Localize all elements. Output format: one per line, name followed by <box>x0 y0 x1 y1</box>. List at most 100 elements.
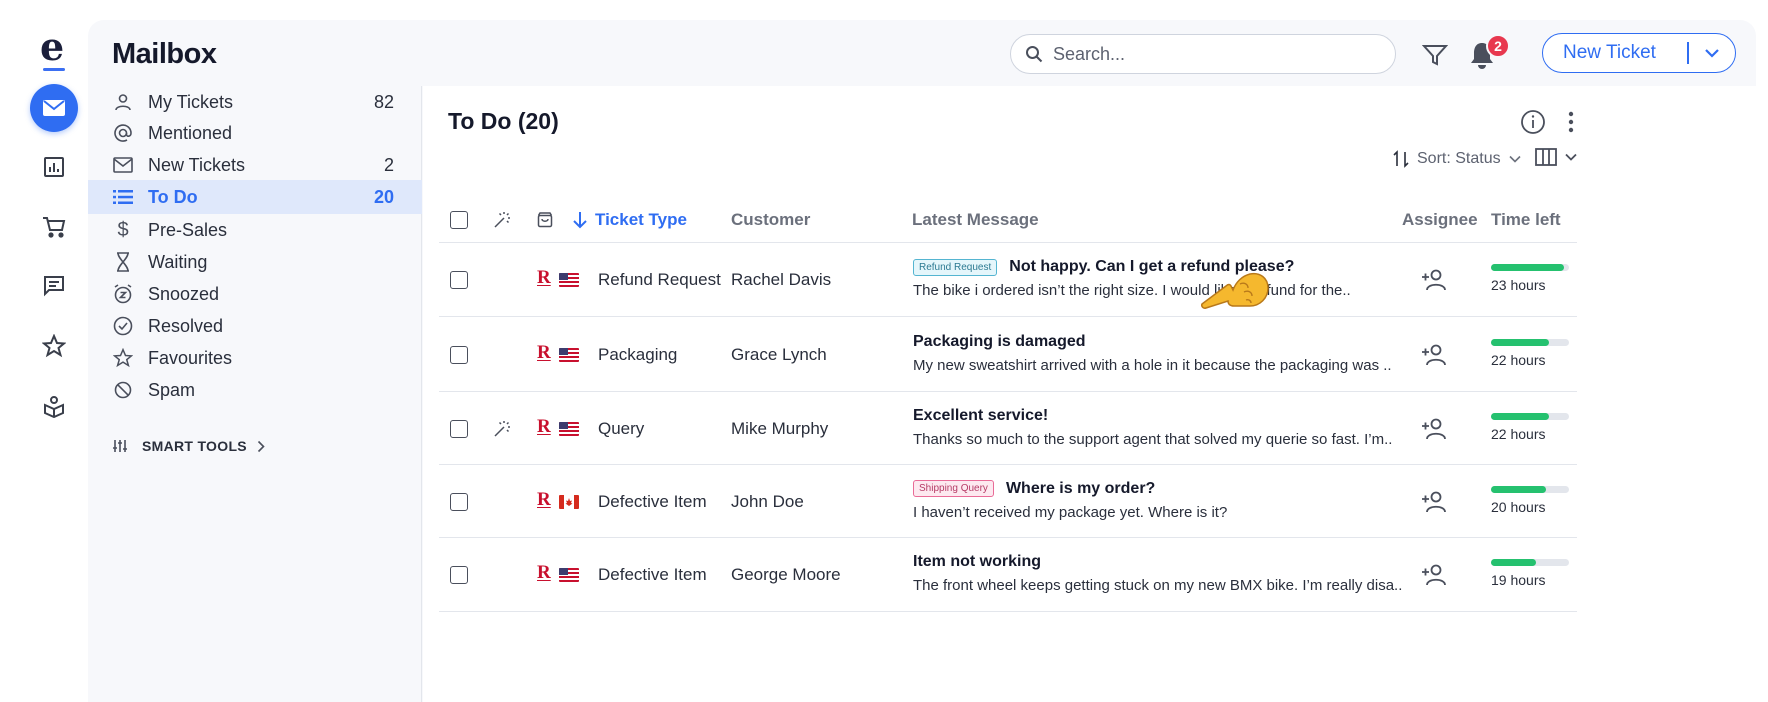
message-subject-line[interactable]: Shipping Query Where is my order? <box>913 480 1155 498</box>
cart-icon[interactable] <box>30 203 78 251</box>
icon-rail: e <box>0 0 88 702</box>
add-assignee-icon[interactable] <box>1421 490 1449 514</box>
message-subject: Packaging is damaged <box>913 333 1086 350</box>
new-ticket-button[interactable]: New Ticket <box>1542 33 1736 73</box>
time-left-text: 20 hours <box>1491 498 1546 515</box>
message-subject-line[interactable]: Packaging is damaged <box>913 333 1086 351</box>
sort-down-arrow-icon <box>573 212 587 229</box>
filter-icon[interactable] <box>1421 42 1450 70</box>
sidebar-item-to-do[interactable]: To Do 20 <box>88 180 422 214</box>
time-left-fill <box>1491 413 1549 420</box>
message-preview: I haven’t received my package yet. Where… <box>913 503 1228 521</box>
sort-arrows-icon <box>1393 150 1409 168</box>
time-left-fill <box>1491 559 1537 566</box>
row-checkbox[interactable] <box>450 420 468 438</box>
star-outline-icon <box>112 347 134 369</box>
search-icon <box>1026 46 1043 63</box>
table-row[interactable]: R Refund Request Rachel Davis Refund Reques… <box>439 243 1577 317</box>
row-checkbox[interactable] <box>450 271 468 289</box>
row-checkbox[interactable] <box>450 492 468 511</box>
customer-name: George Moore <box>731 565 841 584</box>
customer-name: John Doe <box>731 491 804 511</box>
sidebar-item-spam[interactable]: Spam <box>88 373 422 407</box>
magic-wand-icon <box>494 421 510 437</box>
user-icon <box>112 91 134 113</box>
sidebar-item-new-tickets[interactable]: New Tickets 2 <box>88 148 422 182</box>
brand-logo: R <box>537 342 551 363</box>
sidebar-item-waiting[interactable]: Waiting <box>88 245 422 279</box>
brand-logo: R <box>537 488 551 510</box>
time-left-fill <box>1491 264 1565 271</box>
table-row[interactable]: R Defective Item George Moore Item not work… <box>439 538 1577 612</box>
sidebar-item-favourites[interactable]: Favourites <box>88 341 422 375</box>
columns-toggle[interactable] <box>1535 148 1577 166</box>
sidebar-item-my-tickets[interactable]: My Tickets 82 <box>88 85 422 119</box>
notification-badge: 2 <box>1486 34 1510 58</box>
column-label: Assignee <box>1402 210 1478 229</box>
message-preview: The front wheel keeps getting stuck on m… <box>913 577 1403 594</box>
message-preview: The bike i ordered isn’t the right size.… <box>913 282 1351 299</box>
message-preview: Thanks so much to the support agent that… <box>913 431 1393 448</box>
bag-icon[interactable] <box>537 198 553 242</box>
table-row[interactable]: R Defective Item John Doe Shipping Query Whe… <box>439 465 1577 538</box>
time-left-bar <box>1491 485 1569 493</box>
row-checkbox[interactable] <box>450 566 468 584</box>
row-checkbox[interactable] <box>450 346 468 364</box>
info-icon[interactable] <box>1520 109 1548 137</box>
new-ticket-label: New Ticket <box>1563 42 1656 63</box>
list-title: To Do (20) <box>448 108 559 134</box>
message-subject-line[interactable]: Item not working <box>913 553 1041 571</box>
sidebar-item-snoozed[interactable]: Snoozed <box>88 277 422 311</box>
star-icon[interactable] <box>30 322 78 370</box>
add-assignee-icon[interactable] <box>1421 268 1449 292</box>
time-left-fill <box>1491 339 1549 346</box>
table-row[interactable]: R Packaging Grace Lynch Packaging is damage… <box>439 318 1577 392</box>
sidebar-item-count: 20 <box>373 186 394 207</box>
column-assignee[interactable]: Assignee <box>1402 198 1478 242</box>
customer-name: Grace Lynch <box>731 345 827 364</box>
customer-name: Mike Murphy <box>731 419 829 438</box>
chevron-down-icon[interactable] <box>1689 48 1735 58</box>
ticket-list-panel: To Do (20) Sort: Status Ticket Type Cust… <box>423 86 1756 702</box>
message-subject-line[interactable]: Excellent service! <box>913 407 1048 425</box>
time-left-text: 22 hours <box>1491 426 1546 442</box>
add-assignee-icon[interactable] <box>1421 343 1449 367</box>
smart-tools-label: SMART TOOLS <box>142 438 247 454</box>
time-left-bar <box>1491 339 1569 346</box>
sidebar-item-mentioned[interactable]: Mentioned <box>88 116 422 150</box>
sidebar-item-label: Pre-Sales <box>148 219 228 240</box>
column-customer[interactable]: Customer <box>731 198 810 242</box>
ticket-type: Defective Item <box>598 565 707 584</box>
sidebar-item-count: 2 <box>383 154 394 175</box>
sidebar-item-label: Spam <box>148 379 196 400</box>
select-all-checkbox[interactable] <box>450 211 468 229</box>
sidebar-item-resolved[interactable]: Resolved <box>88 309 422 343</box>
sidebar-item-pre-sales[interactable]: $ Pre-Sales <box>88 213 422 247</box>
column-time-left[interactable]: Time left <box>1491 198 1561 242</box>
column-latest-message[interactable]: Latest Message <box>912 198 1039 242</box>
list-icon <box>112 186 134 208</box>
mail-icon[interactable] <box>30 84 78 132</box>
table-row[interactable]: R Query Mike Murphy Excellent service! Thank… <box>439 393 1577 465</box>
more-options-icon[interactable] <box>1563 109 1579 137</box>
message-preview: My new sweatshirt arrived with a hole in… <box>913 357 1392 374</box>
reports-icon[interactable] <box>30 143 78 191</box>
sort-dropdown[interactable]: Sort: Status <box>1393 150 1521 168</box>
add-assignee-icon[interactable] <box>1421 563 1449 587</box>
column-ticket-type[interactable]: Ticket Type <box>573 198 687 242</box>
flag-us-icon <box>559 568 579 582</box>
magic-wand-icon[interactable] <box>493 198 511 242</box>
chat-icon[interactable] <box>30 262 78 310</box>
message-subject: Excellent service! <box>913 407 1049 424</box>
flag-ca-icon <box>559 494 579 509</box>
smart-tools-toggle[interactable]: SMART TOOLS <box>112 438 265 454</box>
add-assignee-icon[interactable] <box>1421 417 1449 441</box>
hourglass-icon <box>112 251 134 273</box>
search-input[interactable] <box>1053 43 1373 65</box>
ticket-type: Defective Item <box>598 491 707 511</box>
dollar-icon: $ <box>117 218 129 241</box>
sidebar-item-label: To Do <box>148 186 198 207</box>
search-box[interactable] <box>1010 34 1396 74</box>
knowledge-icon[interactable] <box>30 382 78 430</box>
app-panel: Mailbox 2 New Ticket My Tickets 82 Menti… <box>88 20 1756 702</box>
